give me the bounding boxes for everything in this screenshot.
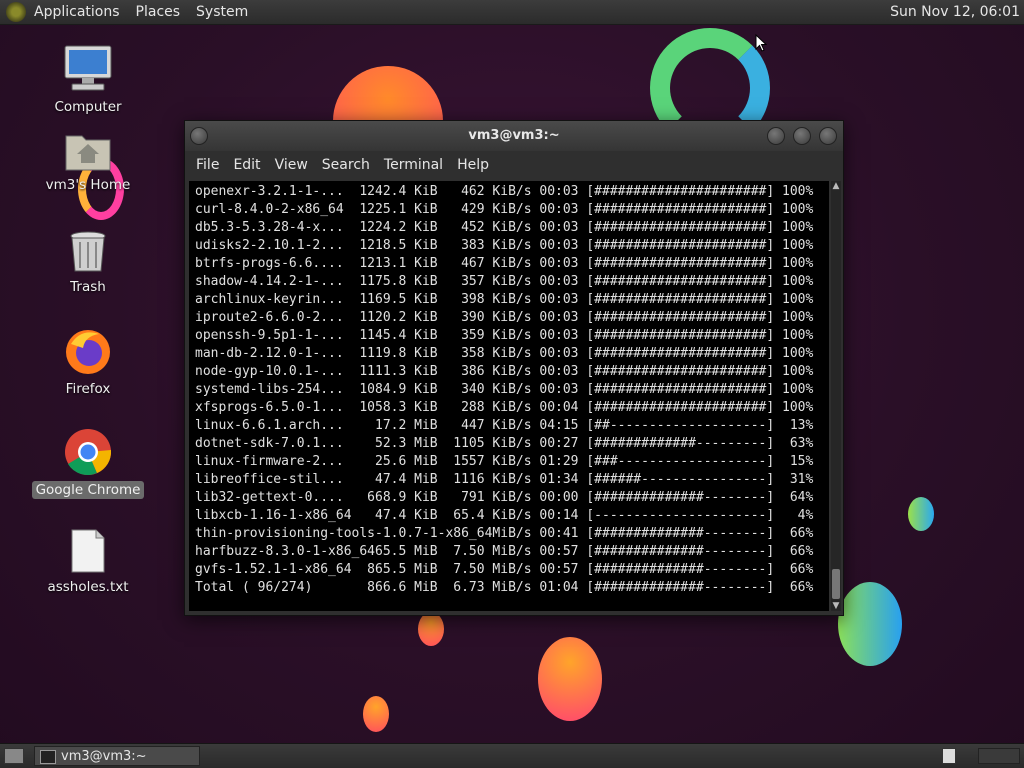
taskbar-window-label: vm3@vm3:~ bbox=[61, 749, 147, 764]
wallpaper-blob bbox=[908, 497, 934, 531]
desktop-icon-text-file[interactable]: assholes.txt bbox=[28, 528, 148, 596]
terminal-line: Total ( 96/274) 866.6 MiB 6.73 MiB/s 01:… bbox=[195, 580, 814, 595]
terminal-line: systemd-libs-254... 1084.9 KiB 340 KiB/s… bbox=[195, 382, 814, 397]
wallpaper-blob bbox=[838, 582, 902, 666]
menu-file[interactable]: File bbox=[189, 157, 226, 173]
mouse-pointer-icon bbox=[755, 34, 767, 52]
terminal-line: archlinux-keyrin... 1169.5 KiB 398 KiB/s… bbox=[195, 292, 814, 307]
chrome-icon bbox=[65, 429, 112, 475]
terminal-menubar: File Edit View Search Terminal Help bbox=[185, 151, 843, 179]
menu-help[interactable]: Help bbox=[450, 157, 496, 173]
terminal-line: xfsprogs-6.5.0-1... 1058.3 KiB 288 KiB/s… bbox=[195, 400, 814, 415]
show-desktop-icon[interactable] bbox=[4, 748, 24, 764]
menu-view[interactable]: View bbox=[268, 157, 315, 173]
terminal-line: node-gyp-10.0.1-... 1111.3 KiB 386 KiB/s… bbox=[195, 364, 814, 379]
desktop-icon-label: Computer bbox=[54, 99, 122, 115]
wallpaper-blob bbox=[418, 612, 444, 646]
terminal-text: openexr-3.2.1-1-... 1242.4 KiB 462 KiB/s… bbox=[189, 181, 829, 599]
window-title: vm3@vm3:~ bbox=[468, 128, 560, 143]
trash-icon bbox=[70, 231, 106, 272]
menu-applications[interactable]: Applications bbox=[26, 0, 128, 24]
desktop-icon-home[interactable]: vm3's Home bbox=[28, 128, 148, 194]
clock[interactable]: Sun Nov 12, 06:01 bbox=[890, 0, 1020, 24]
minimize-icon[interactable] bbox=[767, 127, 785, 145]
close-icon[interactable] bbox=[819, 127, 837, 145]
wallpaper-blob bbox=[363, 696, 389, 732]
terminal-scrollbar[interactable]: ▲ ▼ bbox=[831, 181, 841, 611]
desktop-icon-computer[interactable]: Computer bbox=[28, 44, 148, 116]
desktop-icon-firefox[interactable]: Firefox bbox=[28, 326, 148, 398]
terminal-line: btrfs-progs-6.6.... 1213.1 KiB 467 KiB/s… bbox=[195, 256, 814, 271]
terminal-line: openssh-9.5p1-1-... 1145.4 KiB 359 KiB/s… bbox=[195, 328, 814, 343]
terminal-line: linux-6.6.1.arch... 17.2 MiB 447 KiB/s 0… bbox=[195, 418, 814, 433]
window-menu-icon[interactable] bbox=[190, 127, 208, 145]
terminal-line: libxcb-1.16-1-x86_64 47.4 KiB 65.4 KiB/s… bbox=[195, 508, 814, 523]
terminal-line: libreoffice-stil... 47.4 MiB 1116 KiB/s … bbox=[195, 472, 814, 487]
workspace-switcher-icon[interactable] bbox=[978, 748, 1020, 764]
menu-places[interactable]: Places bbox=[128, 0, 189, 24]
terminal-line: openexr-3.2.1-1-... 1242.4 KiB 462 KiB/s… bbox=[195, 184, 814, 199]
window-titlebar[interactable]: vm3@vm3:~ bbox=[185, 121, 843, 151]
desktop-icon-label: Trash bbox=[70, 279, 106, 295]
distro-logo-icon[interactable] bbox=[6, 2, 26, 22]
maximize-icon[interactable] bbox=[793, 127, 811, 145]
terminal-line: harfbuzz-8.3.0-1-x86_6465.5 MiB 7.50 MiB… bbox=[195, 544, 814, 559]
desktop-icon-label: vm3's Home bbox=[45, 177, 131, 193]
desktop-icon-label: Firefox bbox=[65, 381, 111, 397]
terminal-output[interactable]: openexr-3.2.1-1-... 1242.4 KiB 462 KiB/s… bbox=[189, 181, 829, 611]
terminal-icon bbox=[40, 750, 56, 764]
home-folder-icon bbox=[65, 135, 111, 171]
taskbar-window-button[interactable]: vm3@vm3:~ bbox=[34, 746, 200, 766]
desktop-icon-google-chrome[interactable]: Google Chrome bbox=[28, 427, 148, 499]
menu-terminal[interactable]: Terminal bbox=[377, 157, 450, 173]
desktop-icon-label: Google Chrome bbox=[31, 481, 145, 499]
text-file-icon bbox=[71, 529, 105, 573]
terminal-line: linux-firmware-2... 25.6 MiB 1557 KiB/s … bbox=[195, 454, 814, 469]
menu-search[interactable]: Search bbox=[315, 157, 377, 173]
terminal-line: thin-provisioning-tools-1.0.7-1-x86_64Mi… bbox=[195, 526, 814, 541]
scroll-up-icon[interactable]: ▲ bbox=[831, 181, 841, 191]
top-panel: Applications Places System Sun Nov 12, 0… bbox=[0, 0, 1024, 25]
terminal-line: man-db-2.12.0-1-... 1119.8 KiB 358 KiB/s… bbox=[195, 346, 814, 361]
menu-system[interactable]: System bbox=[188, 0, 256, 24]
scroll-down-icon[interactable]: ▼ bbox=[831, 601, 841, 611]
terminal-line: udisks2-2.10.1-2... 1218.5 KiB 383 KiB/s… bbox=[195, 238, 814, 253]
menu-edit[interactable]: Edit bbox=[226, 157, 267, 173]
firefox-icon bbox=[66, 330, 110, 374]
computer-icon bbox=[64, 45, 112, 91]
workspace-switcher-icon[interactable] bbox=[942, 748, 956, 764]
terminal-line: gvfs-1.52.1-1-x86_64 865.5 MiB 7.50 MiB/… bbox=[195, 562, 814, 577]
terminal-line: curl-8.4.0-2-x86_64 1225.1 KiB 429 KiB/s… bbox=[195, 202, 814, 217]
terminal-line: lib32-gettext-0.... 668.9 KiB 791 KiB/s … bbox=[195, 490, 814, 505]
desktop-icon-label: assholes.txt bbox=[47, 579, 129, 595]
bottom-panel: vm3@vm3:~ bbox=[0, 743, 1024, 768]
scrollbar-thumb[interactable] bbox=[832, 569, 840, 599]
wallpaper-blob bbox=[538, 637, 602, 721]
terminal-window[interactable]: vm3@vm3:~ File Edit View Search Terminal… bbox=[184, 120, 844, 616]
terminal-line: iproute2-6.6.0-2... 1120.2 KiB 390 KiB/s… bbox=[195, 310, 814, 325]
terminal-line: dotnet-sdk-7.0.1... 52.3 MiB 1105 KiB/s … bbox=[195, 436, 814, 451]
desktop-icon-trash[interactable]: Trash bbox=[28, 230, 148, 296]
terminal-line: shadow-4.14.2-1-... 1175.8 KiB 357 KiB/s… bbox=[195, 274, 814, 289]
terminal-line: db5.3-5.3.28-4-x... 1224.2 KiB 452 KiB/s… bbox=[195, 220, 814, 235]
